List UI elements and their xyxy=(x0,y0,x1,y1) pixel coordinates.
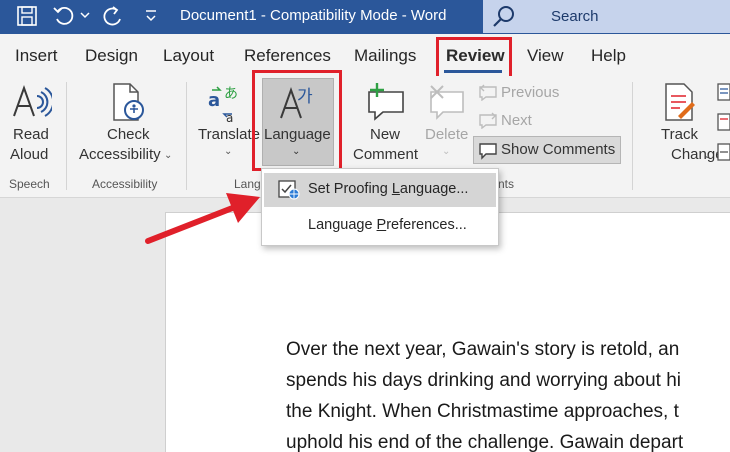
check-accessibility-label-2[interactable]: Accessibility xyxy=(79,145,161,165)
undo-dropdown-icon[interactable] xyxy=(80,8,90,27)
window-title: Document1 - Compatibility Mode - Word xyxy=(180,7,447,24)
title-bar: Document1 - Compatibility Mode - Word Se… xyxy=(0,0,730,34)
delete-comment-icon xyxy=(427,84,467,125)
delete-label: Delete xyxy=(425,126,469,143)
document-text-line: the Knight. When Christmastime approache… xyxy=(286,401,679,422)
group-label-comments: nts xyxy=(498,177,515,191)
track-changes-chevron-icon[interactable]: ⌄ xyxy=(703,150,711,161)
svg-text:a: a xyxy=(226,111,233,124)
language-preferences-item[interactable]: Language Preferences... xyxy=(264,209,496,243)
language-preferences-label: Language Preferences... xyxy=(308,217,467,233)
language-dropdown-menu: Set Proofing Language... Language Prefer… xyxy=(261,168,499,246)
new-comment-icon[interactable] xyxy=(365,82,407,127)
show-comments-label: Show Comments xyxy=(501,141,616,158)
tab-layout[interactable]: Layout xyxy=(163,46,214,66)
group-separator xyxy=(186,82,187,190)
search-label: Search xyxy=(551,8,599,25)
read-aloud-label-1[interactable]: Read xyxy=(13,125,49,145)
read-aloud-icon[interactable] xyxy=(10,82,55,129)
group-separator xyxy=(66,82,67,190)
read-aloud-label-2[interactable]: Aloud xyxy=(10,145,48,165)
tab-help[interactable]: Help xyxy=(591,46,626,66)
tab-view[interactable]: View xyxy=(527,46,564,66)
next-label: Next xyxy=(501,112,532,129)
show-comments-button[interactable]: Show Comments xyxy=(473,136,621,164)
ribbon-tabs: Insert Design Layout References Mailings… xyxy=(0,34,730,76)
language-button-highlight xyxy=(252,70,342,171)
customize-qat-icon[interactable] xyxy=(144,8,158,29)
access-key: P xyxy=(376,217,387,233)
tab-design[interactable]: Design xyxy=(85,46,138,66)
proofing-language-icon xyxy=(278,180,300,205)
svg-text:a: a xyxy=(208,90,220,111)
track-changes-label-1[interactable]: Track xyxy=(661,125,698,145)
new-comment-label-1[interactable]: New xyxy=(370,125,400,145)
previous-comment-icon xyxy=(478,83,498,106)
search-icon xyxy=(493,6,514,27)
tab-insert[interactable]: Insert xyxy=(15,46,58,66)
check-accessibility-icon[interactable] xyxy=(108,82,148,129)
translate-label[interactable]: Translate xyxy=(198,125,260,145)
redo-icon[interactable] xyxy=(101,5,125,32)
document-text-line: uphold his end of the challenge. Gawain … xyxy=(286,432,684,452)
reviewing-pane-icon[interactable] xyxy=(716,112,730,137)
show-markup-icon[interactable] xyxy=(716,142,730,167)
set-proofing-language-item[interactable]: Set Proofing Language... xyxy=(264,173,496,207)
show-comments-icon xyxy=(478,142,498,165)
new-comment-label-2[interactable]: Comment xyxy=(353,145,418,165)
set-proofing-language-label: Set Proofing Language... xyxy=(308,181,469,197)
translate-icon[interactable]: aあa xyxy=(206,84,246,129)
review-tab-highlight xyxy=(436,37,512,79)
document-text-line: Over the next year, Gawain's story is re… xyxy=(286,339,680,360)
svg-text:あ: あ xyxy=(224,86,238,102)
group-separator xyxy=(632,82,633,190)
translate-chevron-icon[interactable]: ⌄ xyxy=(224,146,232,157)
markup-icon[interactable] xyxy=(716,82,730,107)
undo-icon[interactable] xyxy=(52,5,76,32)
group-label-speech: Speech xyxy=(9,177,50,191)
access-key: L xyxy=(391,181,400,197)
next-comment-icon xyxy=(478,111,498,134)
check-accessibility-chevron-icon[interactable]: ⌄ xyxy=(164,150,172,161)
search-box[interactable]: Search xyxy=(483,0,730,33)
check-accessibility-label-1[interactable]: Check xyxy=(107,125,150,145)
save-icon[interactable] xyxy=(16,5,38,32)
annotation-arrow-icon xyxy=(145,193,260,244)
tab-references[interactable]: References xyxy=(244,46,331,66)
document-text-line: spends his days drinking and worrying ab… xyxy=(286,370,682,391)
previous-label: Previous xyxy=(501,84,560,101)
track-changes-icon[interactable] xyxy=(662,82,696,129)
delete-chevron-icon: ⌄ xyxy=(442,146,451,157)
tab-mailings[interactable]: Mailings xyxy=(354,46,416,66)
